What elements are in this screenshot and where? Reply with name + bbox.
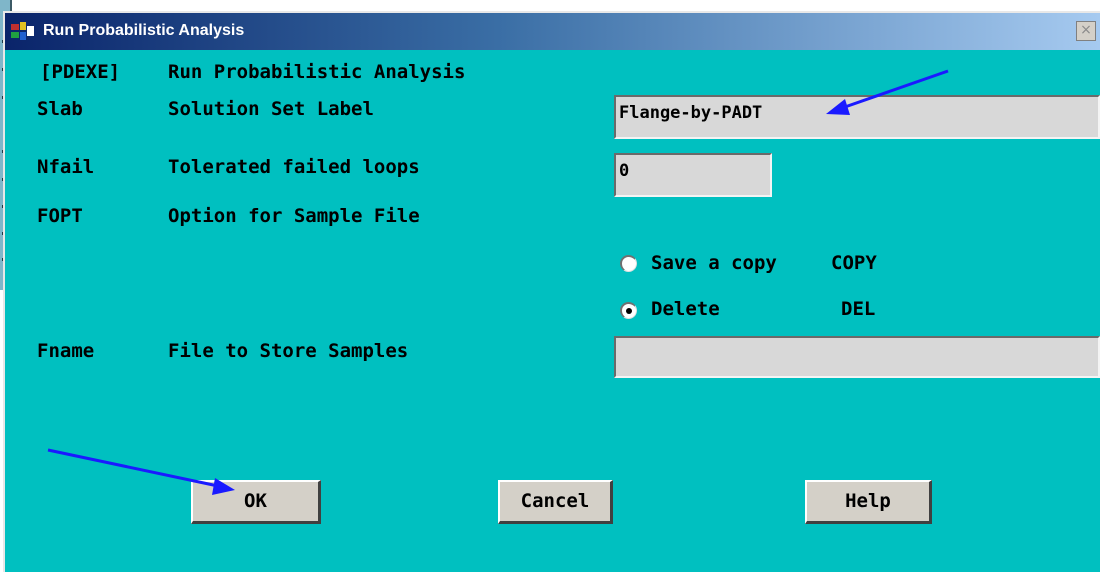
run-probabilistic-analysis-dialog: Run Probabilistic Analysis × [PDEXE] Run… bbox=[3, 11, 1100, 572]
solution-set-label-input[interactable]: Flange-by-PADT bbox=[614, 95, 1100, 139]
save-copy-label[interactable]: Save a copy bbox=[651, 252, 777, 274]
pdexe-code: [PDEXE] bbox=[40, 61, 121, 83]
delete-label[interactable]: Delete bbox=[651, 298, 720, 320]
title-bar[interactable]: Run Probabilistic Analysis × bbox=[5, 13, 1100, 50]
nfail-label: Tolerated failed loops bbox=[168, 156, 420, 178]
slab-code: Slab bbox=[37, 98, 83, 120]
pdexe-label: Run Probabilistic Analysis bbox=[168, 61, 466, 83]
app-icon[interactable] bbox=[11, 22, 35, 40]
radio-selected-dot bbox=[626, 308, 632, 314]
slab-label: Solution Set Label bbox=[168, 98, 374, 120]
fname-code: Fname bbox=[37, 340, 95, 362]
dialog-title: Run Probabilistic Analysis bbox=[43, 22, 245, 39]
save-copy-code: COPY bbox=[831, 252, 877, 274]
cancel-button[interactable]: Cancel bbox=[498, 480, 613, 524]
delete-code: DEL bbox=[841, 298, 876, 320]
ok-button[interactable]: OK bbox=[191, 480, 321, 524]
fopt-label: Option for Sample File bbox=[168, 205, 420, 227]
radio-delete[interactable] bbox=[620, 302, 637, 319]
nfail-code: Nfail bbox=[37, 156, 95, 178]
close-icon[interactable]: × bbox=[1076, 21, 1096, 41]
fopt-code: FOPT bbox=[37, 205, 83, 227]
tolerated-failed-loops-input[interactable]: 0 bbox=[614, 153, 772, 197]
fname-label: File to Store Samples bbox=[168, 340, 409, 362]
radio-save-copy[interactable] bbox=[620, 255, 637, 272]
help-button[interactable]: Help bbox=[805, 480, 932, 524]
sample-file-name-input[interactable] bbox=[614, 336, 1100, 378]
